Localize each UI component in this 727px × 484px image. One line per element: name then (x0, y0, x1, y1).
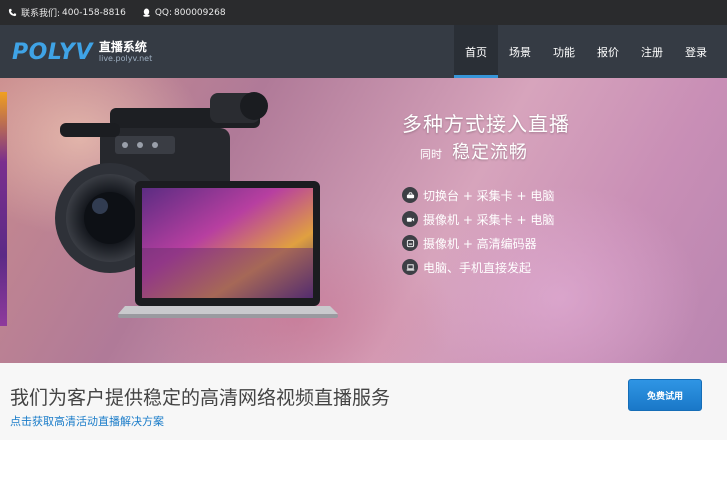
contact-qq: QQ: 800009268 (142, 8, 226, 18)
nav-item-home[interactable]: 首页 (454, 25, 498, 78)
brand-logo[interactable]: POLYV 直播系统 live.polyv.net (12, 35, 152, 69)
switcher-icon (402, 187, 418, 203)
phone-icon (8, 8, 17, 17)
feature-text: 摄像机 + 采集卡 + 电脑 (423, 212, 555, 227)
hero-banner: 多种方式接入直播 同时 稳定流畅 切换台 + 采集卡 + 电脑 摄像机 + 采集… (0, 78, 727, 363)
qq-number: 800009268 (174, 7, 226, 18)
banner-headline: 多种方式接入直播 (402, 112, 570, 136)
qq-icon (142, 8, 150, 17)
nav-menu: 首页 场景 功能 报价 注册 登录 (454, 25, 718, 78)
product-name: 直播系统 (98, 39, 147, 54)
camera-laptop-illustration (55, 92, 338, 318)
list-item: 摄像机 + 高清编码器 (402, 231, 554, 255)
nav-item-login[interactable]: 登录 (674, 25, 718, 78)
access-methods-list: 切换台 + 采集卡 + 电脑 摄像机 + 采集卡 + 电脑 摄像机 + 高清编码… (402, 183, 554, 279)
encoder-icon (402, 235, 418, 251)
list-item: 摄像机 + 采集卡 + 电脑 (402, 207, 554, 231)
feature-text: 电脑、手机直接发起 (423, 260, 532, 275)
feature-text: 切换台 + 采集卡 + 电脑 (423, 188, 555, 203)
qq-label: QQ: (154, 7, 173, 18)
previous-slide-edge[interactable] (0, 92, 7, 326)
subline-prefix: 同时 (420, 148, 442, 161)
camera-icon (402, 211, 418, 227)
nav-item-scenes[interactable]: 场景 (498, 25, 542, 78)
solution-link[interactable]: 点击获取高清活动直播解决方案 (10, 413, 164, 429)
nav-item-register[interactable]: 注册 (630, 25, 674, 78)
product-url: live.polyv.net (98, 53, 153, 63)
nav-item-pricing[interactable]: 报价 (586, 25, 630, 78)
subline-emphasis: 稳定流畅 (452, 142, 528, 163)
banner-subline: 同时 稳定流畅 (420, 138, 528, 164)
nav-item-features[interactable]: 功能 (542, 25, 586, 78)
feature-text: 摄像机 + 高清编码器 (423, 236, 537, 251)
laptop-icon (402, 259, 418, 275)
main-navigation: POLYV 直播系统 live.polyv.net 首页 场景 功能 报价 注册… (0, 25, 727, 78)
call-to-action-strip: 我们为客户提供稳定的高清网络视频直播服务 点击获取高清活动直播解决方案 免费试用 (0, 363, 727, 440)
cta-title: 我们为客户提供稳定的高清网络视频直播服务 (10, 387, 391, 409)
contact-label: 联系我们: (21, 9, 61, 19)
list-item: 电脑、手机直接发起 (402, 255, 554, 279)
logo-subtitle: 直播系统 live.polyv.net (98, 39, 153, 64)
contact-phone: 联系我们: 400-158-8816 (8, 6, 126, 19)
list-item: 切换台 + 采集卡 + 电脑 (402, 183, 554, 207)
top-contact-bar: 联系我们: 400-158-8816 QQ: 800009268 (0, 0, 727, 25)
logo-wordmark: POLYV (12, 39, 93, 65)
phone-number: 400-158-8816 (62, 7, 126, 18)
free-trial-button[interactable]: 免费试用 (628, 379, 702, 411)
